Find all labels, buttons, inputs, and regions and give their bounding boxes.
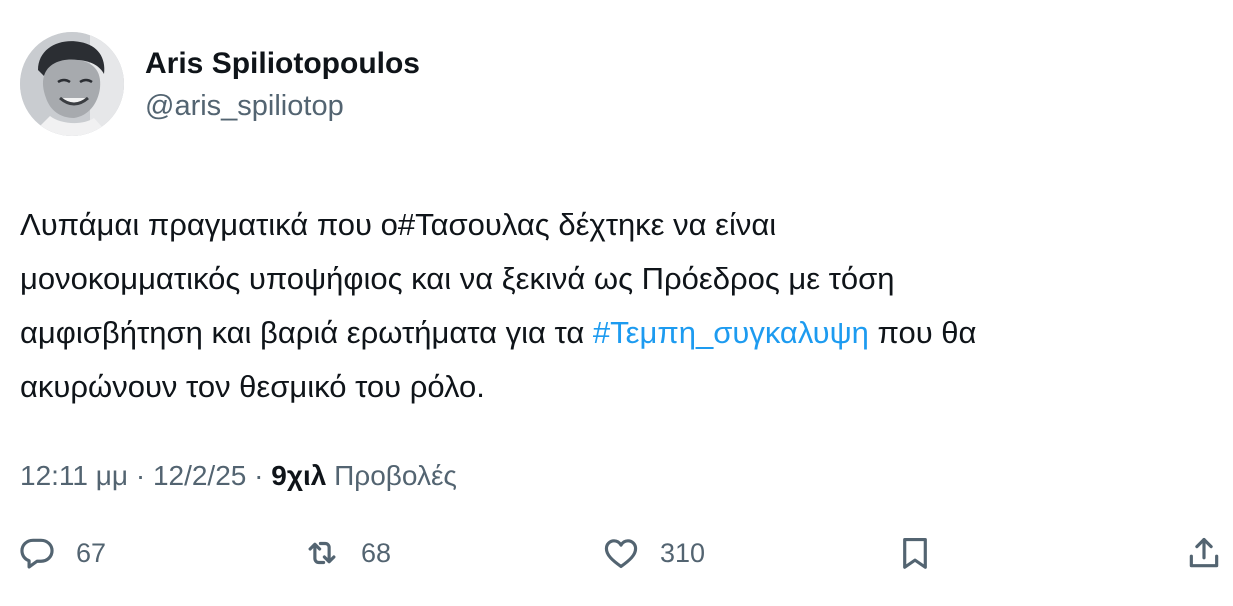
repost-arrows-icon: [303, 534, 341, 572]
views-count[interactable]: 9χιλ: [271, 460, 326, 491]
reply-button[interactable]: 67: [18, 530, 106, 576]
speech-bubble-icon: [18, 534, 56, 572]
tweet-meta: 12:11 μμ · 12/2/25 · 9χιλ Προβολές: [20, 458, 457, 494]
action-bar: 67 68 310: [0, 530, 1233, 576]
tweet-time[interactable]: 12:11 μμ: [20, 460, 128, 491]
tweet-text-line-4: ακυρώνουν τον θεσμικό του ρόλο.: [20, 369, 485, 404]
avatar[interactable]: [20, 32, 124, 136]
tweet-text: Λυπάμαι πραγματικά που ο#Τασουλας δέχτηκ…: [20, 198, 1215, 414]
hashtag-link[interactable]: #Τεμπη_συγκαλυψη: [593, 315, 869, 350]
tweet-text-line-2: μονοκομματικός υποψήφιος και να ξεκινά ω…: [20, 261, 895, 296]
tweet-text-line-1: Λυπάμαι πραγματικά που ο#Τασουλας δέχτηκ…: [20, 207, 777, 242]
share-button[interactable]: [1185, 530, 1223, 576]
bookmark-icon: [896, 534, 934, 572]
views-label: Προβολές: [326, 460, 457, 491]
repost-button[interactable]: 68: [303, 530, 391, 576]
repost-count: 68: [361, 537, 392, 568]
heart-icon: [602, 534, 640, 572]
share-upload-icon: [1185, 534, 1223, 572]
like-count: 310: [660, 537, 706, 568]
like-button[interactable]: 310: [602, 530, 705, 576]
tweet-text-line-3: αμφισβήτηση και βαριά ερωτήματα για τα: [20, 315, 593, 350]
author-handle[interactable]: @aris_spiliotop: [145, 88, 344, 124]
avatar-photo: [20, 32, 124, 136]
tweet-date[interactable]: 12/2/25: [153, 460, 246, 491]
bookmark-button[interactable]: [896, 530, 934, 576]
author-name[interactable]: Aris Spiliotopoulos: [145, 46, 420, 82]
meta-separator: ·: [128, 460, 153, 491]
reply-count: 67: [76, 537, 107, 568]
meta-separator: ·: [246, 460, 272, 491]
tweet-card: Aris Spiliotopoulos @aris_spiliotop Λυπά…: [0, 0, 1233, 606]
tweet-text-line-3-end: που θα: [868, 315, 977, 350]
